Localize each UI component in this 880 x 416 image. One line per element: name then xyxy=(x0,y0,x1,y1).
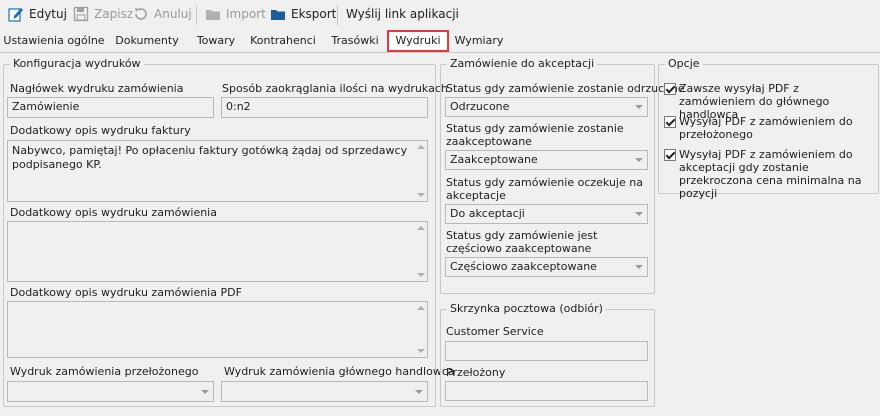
undo-icon xyxy=(135,8,147,20)
send-link-label: Wyślij link aplikacji xyxy=(346,7,459,21)
chevron-down-icon[interactable] xyxy=(631,98,647,116)
toolbar: Edytuj Zapisz Anuluj Import Eksport Wyśl… xyxy=(0,0,880,30)
toolbar-separator xyxy=(196,5,197,25)
group-title: Opcje xyxy=(665,57,703,70)
pdf-desc-textarea[interactable] xyxy=(7,301,428,358)
accepted-label: Status gdy zamówienie zostanie zaakcepto… xyxy=(446,122,624,148)
scroll-down-icon[interactable] xyxy=(417,349,425,353)
edit-label: Edytuj xyxy=(29,7,67,21)
tab-products[interactable]: Towary xyxy=(188,30,244,51)
import-label: Import xyxy=(226,7,266,21)
invoice-desc-label: Dodatkowy opis wydruku faktury xyxy=(10,124,191,137)
main-buyer-print-combo[interactable] xyxy=(221,381,428,402)
invoice-desc-textarea[interactable]: Nabywco, pamiętaj! Po opłaceniu faktury … xyxy=(7,140,428,202)
supervisor-print-combo[interactable] xyxy=(7,381,214,402)
export-label: Eksport xyxy=(291,7,337,21)
scroll-down-icon[interactable] xyxy=(417,193,425,197)
order-desc-textarea[interactable] xyxy=(7,221,428,282)
accepted-combo[interactable]: Zaakceptowane xyxy=(445,150,648,170)
chevron-down-icon[interactable] xyxy=(631,258,647,276)
rounding-label: Sposób zaokrąglania ilości na wydrukach xyxy=(222,82,448,95)
accepted-value: Zaakceptowane xyxy=(450,153,538,166)
pdf-desc-label: Dodatkowy opis wydruku zamówienia PDF xyxy=(10,286,242,299)
edit-icon xyxy=(8,8,23,22)
option-checkbox[interactable] xyxy=(664,83,676,95)
partial-combo[interactable]: Częściowo zaakceptowane xyxy=(445,257,648,277)
save-icon xyxy=(73,6,89,22)
tab-routes[interactable]: Trasówki xyxy=(322,30,388,51)
toolbar-separator xyxy=(337,5,338,25)
save-label: Zapisz xyxy=(94,7,134,21)
tab-label: Dokumenty xyxy=(115,34,179,47)
folder-icon xyxy=(206,10,220,20)
supervisor-print-label: Wydruk zamówienia przełożonego xyxy=(10,365,199,378)
invoice-desc-line: podpisanego KP. xyxy=(12,158,102,171)
group-title: Zamówienie do akceptacji xyxy=(447,57,598,70)
chevron-down-icon[interactable] xyxy=(411,382,427,401)
tab-label: Kontrahenci xyxy=(250,34,316,47)
tab-general-settings[interactable]: Ustawienia ogólne xyxy=(2,30,106,51)
tab-label: Wydruki xyxy=(395,34,441,47)
tab-documents[interactable]: Dokumenty xyxy=(106,30,188,51)
customer-service-input[interactable] xyxy=(445,341,648,361)
scroll-up-icon[interactable] xyxy=(417,145,425,149)
rounding-input[interactable]: 0:n2 xyxy=(221,97,428,118)
folder-icon xyxy=(271,10,285,20)
chevron-down-icon[interactable] xyxy=(197,382,213,401)
main-buyer-print-label: Wydruk zamówienia głównego handlowca xyxy=(224,365,455,378)
export-button[interactable]: Eksport xyxy=(270,4,336,24)
chevron-down-icon[interactable] xyxy=(631,151,647,169)
invoice-desc-line: Nabywco, pamiętaj! Po opłaceniu faktury … xyxy=(12,144,408,157)
scroll-up-icon[interactable] xyxy=(417,226,425,230)
option-label: Wysyłaj PDF z zamówieniem do akceptacji … xyxy=(679,148,862,200)
option-label: Wysyłaj PDF z zamówieniem do przełożoneg… xyxy=(679,115,853,141)
tab-dimensions[interactable]: Wymiary xyxy=(448,30,510,51)
pending-combo[interactable]: Do akceptacji xyxy=(445,204,648,224)
edit-button[interactable]: Edytuj xyxy=(8,4,67,24)
cancel-label: Anuluj xyxy=(154,7,192,21)
group-title: Skrzynka pocztowa (odbiór) xyxy=(447,302,606,315)
tab-contractors[interactable]: Kontrahenci xyxy=(244,30,322,51)
option-checkbox[interactable] xyxy=(664,149,676,161)
scroll-down-icon[interactable] xyxy=(417,273,425,277)
group-title: Konfiguracja wydruków xyxy=(10,57,144,70)
cancel-button[interactable]: Anuluj xyxy=(133,4,192,24)
scroll-up-icon[interactable] xyxy=(417,306,425,310)
rejected-combo[interactable]: Odrzucone xyxy=(445,97,648,117)
import-button[interactable]: Import xyxy=(205,4,266,24)
pending-label: Status gdy zamówienie oczekuje na akcept… xyxy=(446,176,643,202)
supervisor-input[interactable] xyxy=(445,381,648,401)
header-label: Nagłówek wydruku zamówienia xyxy=(10,82,184,95)
chevron-down-icon[interactable] xyxy=(631,205,647,223)
tab-label: Ustawienia ogólne xyxy=(3,34,105,47)
tab-label: Wymiary xyxy=(454,34,504,47)
rounding-value: 0:n2 xyxy=(226,100,251,113)
order-desc-label: Dodatkowy opis wydruku zamówienia xyxy=(10,206,217,219)
partial-value: Częściowo zaakceptowane xyxy=(450,260,597,273)
rejected-value: Odrzucone xyxy=(450,100,510,113)
tab-bar: Ustawienia ogólne Dokumenty Towary Kontr… xyxy=(0,30,880,53)
supervisor-label: Przełożony xyxy=(446,366,506,379)
customer-service-label: Customer Service xyxy=(446,325,544,338)
header-value: Zamówienie xyxy=(12,100,80,113)
option-checkbox[interactable] xyxy=(664,116,676,128)
partial-label: Status gdy zamówienie jest częściowo zaa… xyxy=(446,229,598,255)
tab-printouts[interactable]: Wydruki xyxy=(387,30,449,52)
header-input[interactable]: Zamówienie xyxy=(7,97,214,118)
rejected-label: Status gdy zamówienie zostanie odrzucone xyxy=(446,82,685,95)
save-button[interactable]: Zapisz xyxy=(73,4,133,24)
tab-label: Trasówki xyxy=(331,34,379,47)
pending-value: Do akceptacji xyxy=(450,207,525,220)
send-link-button[interactable]: Wyślij link aplikacji xyxy=(346,4,459,24)
tab-label: Towary xyxy=(196,34,236,47)
